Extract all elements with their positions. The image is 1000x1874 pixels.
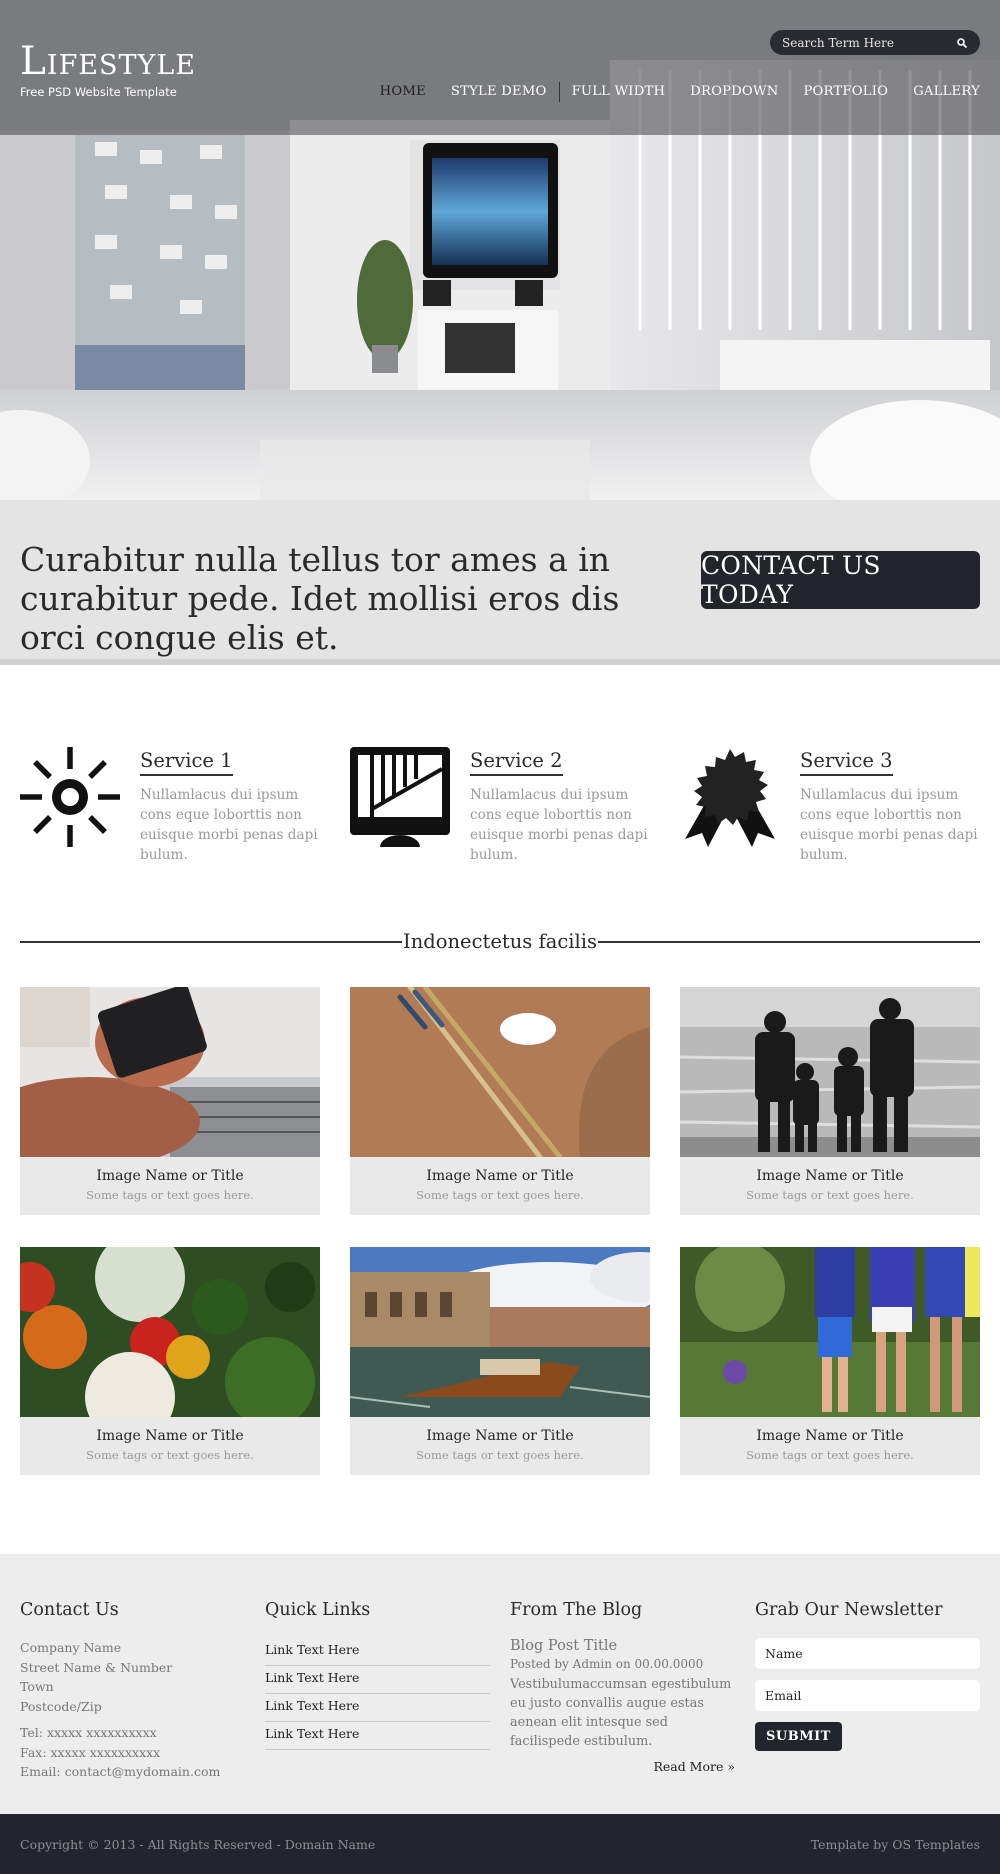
gallery-image-family-beach[interactable] — [680, 987, 980, 1157]
search-icon[interactable] — [956, 37, 968, 49]
gallery-tags: Some tags or text goes here. — [746, 1188, 914, 1202]
quick-link[interactable]: Link Text Here — [265, 1638, 490, 1666]
call-to-action: Curabitur nulla tellus tor ames a in cur… — [0, 500, 1000, 665]
quick-link[interactable]: Link Text Here — [265, 1694, 490, 1722]
newsletter-submit-button[interactable]: SUBMIT — [755, 1722, 842, 1751]
service-title: Service 3 — [800, 749, 893, 776]
footer: Contact Us Company Name Street Name & Nu… — [0, 1554, 1000, 1814]
gallery-card[interactable]: Image Name or Title Some tags or text go… — [680, 1247, 980, 1475]
service-title: Service 1 — [140, 749, 233, 776]
gallery-caption: Image Name or Title — [96, 1168, 244, 1184]
gallery-tags: Some tags or text goes here. — [416, 1448, 584, 1462]
read-more-link[interactable]: Read More » — [510, 1759, 735, 1774]
nav-style-demo[interactable]: STYLE DEMO — [451, 84, 547, 99]
newsletter-title: Grab Our Newsletter — [755, 1600, 943, 1620]
telephone: Tel: xxxxx xxxxxxxxxx — [20, 1725, 157, 1740]
nav-full-width[interactable]: FULL WIDTH — [558, 82, 666, 102]
gallery-image-soccer-kids[interactable] — [680, 1247, 980, 1417]
service-text: Nullamlacus dui ipsum cons eque lobortti… — [470, 787, 648, 863]
footer-blog: From The Blog Blog Post Title Posted by … — [510, 1600, 735, 1774]
divider-line-right — [598, 941, 980, 943]
nav-portfolio[interactable]: PORTFOLIO — [803, 84, 888, 99]
nav-gallery[interactable]: GALLERY — [913, 84, 980, 99]
gallery-caption: Image Name or Title — [756, 1428, 904, 1444]
footer-quick-links: Quick Links Link Text Here Link Text Her… — [265, 1600, 495, 1750]
quick-link[interactable]: Link Text Here — [265, 1722, 490, 1750]
search-input[interactable]: Search Term Here — [770, 30, 980, 55]
search-placeholder: Search Term Here — [782, 35, 894, 50]
quick-links-title: Quick Links — [265, 1600, 371, 1620]
footer-contact: Contact Us Company Name Street Name & Nu… — [20, 1600, 250, 1782]
nav-home[interactable]: HOME — [380, 84, 426, 99]
blog-post-title[interactable]: Blog Post Title — [510, 1638, 735, 1654]
gallery-heading: Indonectetus facilis — [20, 927, 980, 957]
gallery-caption: Image Name or Title — [426, 1428, 574, 1444]
gallery-card[interactable]: Image Name or Title Some tags or text go… — [20, 987, 320, 1215]
copyright-bar: Copyright © 2013 - All Rights Reserved -… — [0, 1814, 1000, 1874]
gallery-card[interactable]: Image Name or Title Some tags or text go… — [680, 987, 980, 1215]
gallery-tags: Some tags or text goes here. — [746, 1448, 914, 1462]
service-text: Nullamlacus dui ipsum cons eque lobortti… — [140, 787, 318, 863]
gallery-caption: Image Name or Title — [426, 1168, 574, 1184]
postcode: Postcode/Zip — [20, 1698, 102, 1714]
nav-dropdown[interactable]: DROPDOWN — [690, 84, 778, 99]
site-logo[interactable]: Lifestyle Free PSD Website Template — [20, 42, 196, 99]
gallery-image-palette[interactable] — [350, 987, 650, 1157]
template-credit[interactable]: Template by OS Templates — [811, 1837, 980, 1852]
gallery-grid: Image Name or Title Some tags or text go… — [0, 957, 1000, 1557]
footer-contact-title: Contact Us — [20, 1600, 119, 1620]
logo-subtitle: Free PSD Website Template — [20, 85, 177, 99]
street: Street Name & Number — [20, 1659, 173, 1675]
service-title: Service 2 — [470, 749, 563, 776]
blog-post-excerpt: Vestibulumaccumsan egestibulum eu justo … — [510, 1677, 732, 1749]
logo-title: Lifestyle — [20, 39, 196, 84]
fax: Fax: xxxxx xxxxxxxxxx — [20, 1744, 161, 1760]
site-header: Lifestyle Free PSD Website Template Sear… — [0, 0, 1000, 135]
gallery-image-vegetables[interactable] — [20, 1247, 320, 1417]
gallery-caption: Image Name or Title — [96, 1428, 244, 1444]
gallery-card[interactable]: Image Name or Title Some tags or text go… — [350, 1247, 650, 1475]
blog-section-title: From The Blog — [510, 1600, 643, 1620]
blog-post-meta: Posted by Admin on 00.00.0000 — [510, 1657, 704, 1671]
newsletter-name-field[interactable]: Name — [755, 1638, 980, 1669]
gallery-image-venice-boat[interactable] — [350, 1247, 650, 1417]
service-text: Nullamlacus dui ipsum cons eque lobortti… — [800, 787, 978, 863]
contact-us-button[interactable]: CONTACT US TODAY — [701, 551, 980, 609]
award-icon — [680, 747, 780, 847]
email-link[interactable]: Email: contact@mydomain.com — [20, 1762, 250, 1782]
gallery-image-phone-laptop[interactable] — [20, 987, 320, 1157]
town: Town — [20, 1679, 54, 1694]
sun-icon — [20, 747, 120, 847]
newsletter-email-field[interactable]: Email — [755, 1680, 980, 1711]
gallery-caption: Image Name or Title — [756, 1168, 904, 1184]
cta-text: Curabitur nulla tellus tor ames a in cur… — [20, 540, 620, 657]
main-nav: HOME STYLE DEMO FULL WIDTH DROPDOWN PORT… — [355, 82, 980, 102]
gallery-tags: Some tags or text goes here. — [416, 1188, 584, 1202]
company-name: Company Name — [20, 1640, 122, 1655]
gallery-tags: Some tags or text goes here. — [86, 1188, 254, 1202]
gallery-tags: Some tags or text goes here. — [86, 1448, 254, 1462]
footer-newsletter: Grab Our Newsletter Name Email SUBMIT — [755, 1600, 985, 1751]
quick-link[interactable]: Link Text Here — [265, 1666, 490, 1694]
gallery-card[interactable]: Image Name or Title Some tags or text go… — [350, 987, 650, 1215]
copyright-text: Copyright © 2013 - All Rights Reserved -… — [20, 1837, 376, 1852]
gallery-card[interactable]: Image Name or Title Some tags or text go… — [20, 1247, 320, 1475]
monitor-icon — [350, 747, 450, 847]
services-section: Service 1 Nullamlacus dui ipsum cons equ… — [0, 665, 1000, 927]
hero-banner: Lifestyle Free PSD Website Template Sear… — [0, 0, 1000, 500]
